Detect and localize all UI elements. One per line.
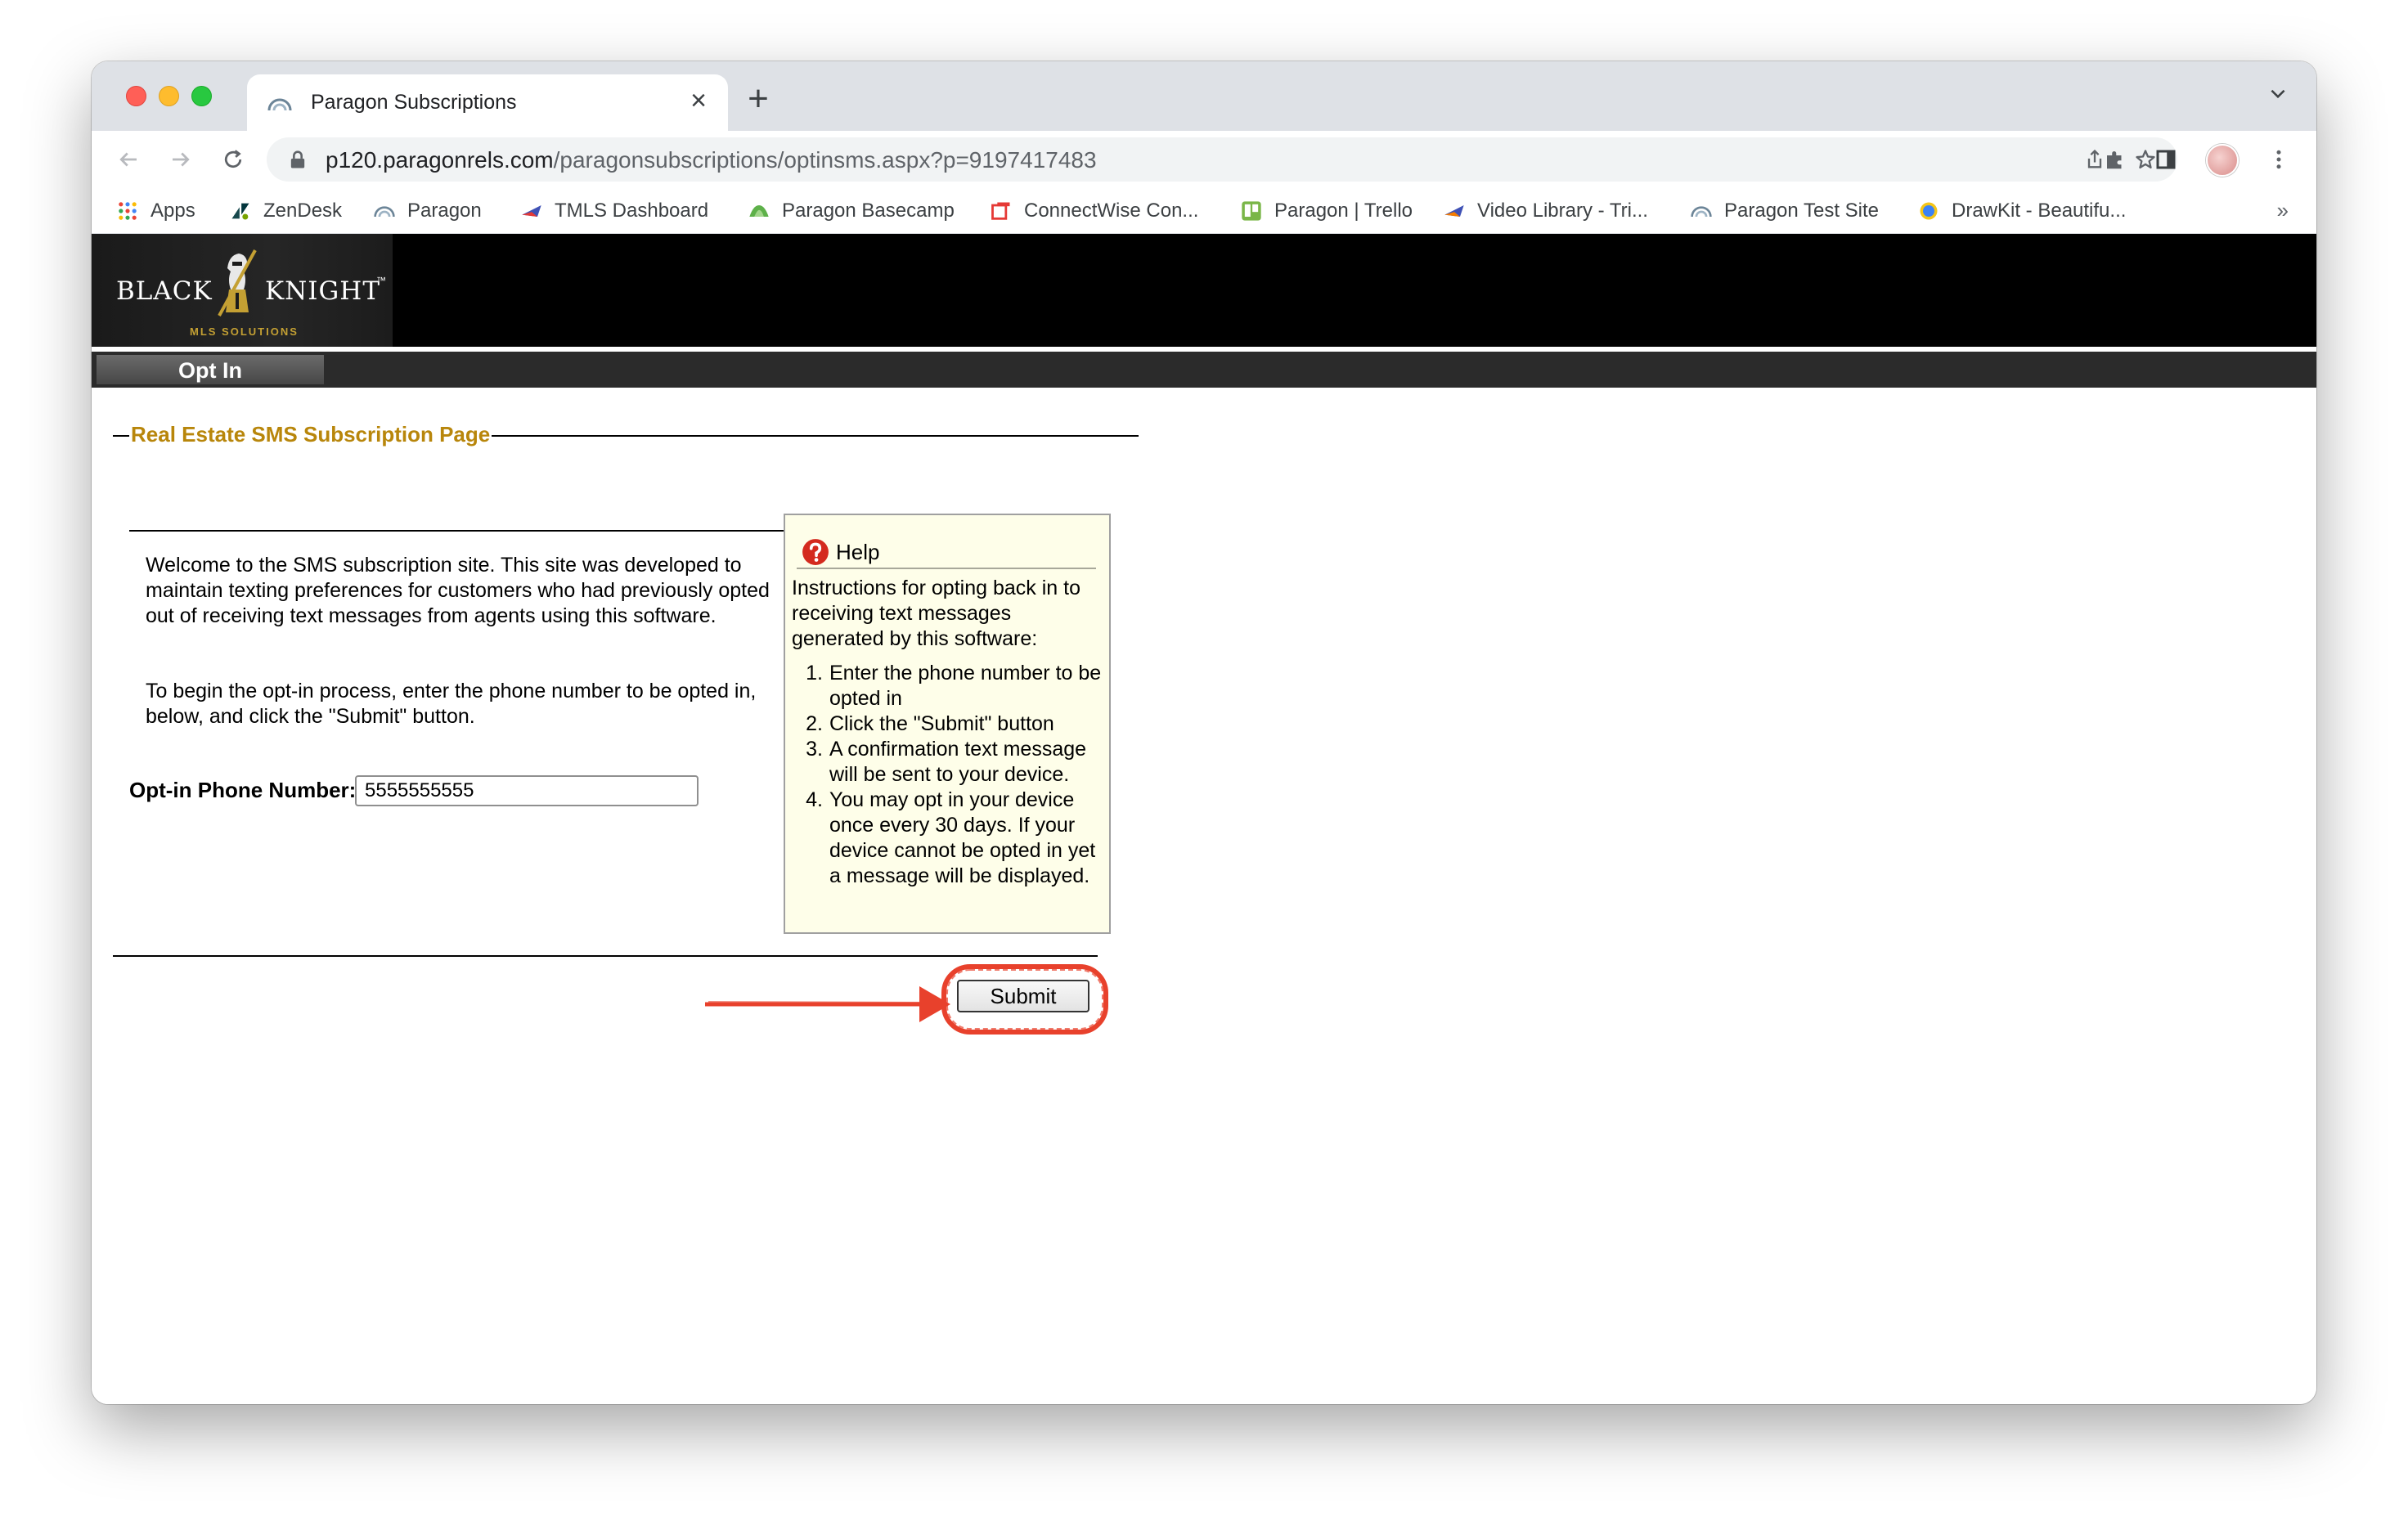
help-step-number: 2. [806,712,823,735]
lock-icon [290,150,305,168]
logo-trademark: ™ [376,275,386,286]
bookmark-label: ZenDesk [263,200,343,222]
bookmark-label: ConnectWise Con... [1024,200,1199,222]
form-bottom-divider [113,955,1098,957]
new-tab-button[interactable]: + [742,81,775,117]
help-step-text: Enter the phone number to be opted in [829,662,1102,710]
tab-search-chevron-icon[interactable] [2264,83,2292,110]
help-divider [797,568,1096,569]
browser-tab-paragon-subscriptions[interactable]: Paragon Subscriptions × [247,74,728,131]
knight-emblem-icon [218,249,257,316]
bookmark-label: Video Library - Tri... [1477,200,1648,222]
paragon-icon [374,206,395,218]
back-arrow-icon[interactable] [110,141,147,178]
submit-button[interactable]: Submit [957,980,1089,1012]
paragon-test-icon [1691,206,1712,218]
address-bar[interactable]: p120.paragonrels.com/paragonsubscription… [267,137,2177,182]
drawkit-icon [1920,202,1938,220]
welcome-text: Welcome to the SMS subscription site. Th… [146,554,770,627]
logo-text-right: KNIGHT [265,276,381,306]
help-step-text: You may opt in your device once every 30… [829,788,1096,887]
phone-number-label: Opt-in Phone Number: [129,778,357,802]
bookmark-video-library[interactable]: Video Library - Tri... [1443,197,1648,225]
tmls-icon [522,205,541,217]
bookmark-label: TMLS Dashboard [555,200,709,222]
maximize-window-button[interactable] [191,86,212,106]
apps-grid-icon [119,202,137,220]
bookmark-label: Paragon Test Site [1724,200,1880,222]
help-question-icon [802,539,829,565]
bookmark-apps[interactable]: Apps [116,197,195,225]
logo-text-left: BLACK [116,276,213,306]
logo-subtitle: MLS SOLUTIONS [190,325,299,338]
help-step: 2. Click the "Submit" button [792,711,1106,737]
bookmark-paragon[interactable]: Paragon [373,197,482,225]
help-step-text: Click the "Submit" button [829,712,1054,735]
basecamp-icon [749,205,769,217]
bookmark-label: Apps [150,200,195,222]
zendesk-icon [231,203,249,220]
connectwise-icon [991,202,1010,220]
minimize-window-button[interactable] [159,86,179,106]
help-step-number: 3. [806,738,823,761]
browser-window: Paragon Subscriptions × + p120.paragonre… [92,61,2316,1404]
bookmark-label: Paragon Basecamp [782,200,955,222]
bookmark-paragon-basecamp[interactable]: Paragon Basecamp [748,197,955,225]
extensions-puzzle-icon[interactable] [2097,141,2133,177]
profile-avatar[interactable] [2206,144,2239,177]
bookmark-drawkit[interactable]: DrawKit - Beautifu... [1917,197,2126,225]
tab-title: Paragon Subscriptions [311,91,517,114]
help-header: Help [802,538,879,566]
help-title: Help [836,539,880,564]
fieldset-legend: Real Estate SMS Subscription Page [129,422,492,447]
close-window-button[interactable] [126,86,146,106]
inner-divider [129,530,793,532]
instructions-text: To begin the opt-in process, enter the p… [146,680,757,728]
bookmark-label: DrawKit - Beautifu... [1952,200,2127,222]
bookmark-label: Paragon [407,200,482,222]
forward-arrow-icon[interactable] [162,141,200,178]
tab-strip: Paragon Subscriptions × + [92,61,2316,131]
url-host: p120.paragonrels.com [326,147,554,173]
site-header: BLACK KNIGHT ™ MLS SOLUTIONS [92,234,2316,347]
bookmark-label: Paragon | Trello [1274,200,1413,222]
paragon-favicon-icon [267,98,292,111]
bookmark-connectwise[interactable]: ConnectWise Con... [990,197,1198,225]
site-tab-bar: Opt In [92,352,2316,388]
black-knight-logo: BLACK KNIGHT ™ MLS SOLUTIONS [92,234,393,347]
help-step-number: 4. [806,788,823,811]
help-step: 4. You may opt in your device once every … [792,788,1106,889]
bookmark-tmls-dashboard[interactable]: TMLS Dashboard [520,197,708,225]
tab-close-icon[interactable]: × [684,86,713,115]
bookmark-zendesk[interactable]: ZenDesk [229,197,342,225]
bookmarks-overflow-chevron-icon[interactable]: » [2277,198,2289,223]
more-menu-icon[interactable] [2261,141,2297,177]
help-step: 1. Enter the phone number to be opted in [792,661,1106,711]
url-path: /paragonsubscriptions/optinsms.aspx?p=91… [553,147,1097,173]
bookmarks-bar: Apps ZenDesk Paragon TMLS Dashboard Para… [92,188,2316,234]
trello-icon [1242,201,1261,221]
help-step: 3. A confirmation text message will be se… [792,737,1106,788]
tab-opt-in-label: Opt In [178,358,242,383]
bookmark-paragon-trello[interactable]: Paragon | Trello [1240,197,1413,225]
browser-toolbar: p120.paragonrels.com/paragonsubscription… [92,131,2316,188]
video-library-icon [1444,205,1464,217]
bookmark-paragon-test-site[interactable]: Paragon Test Site [1690,197,1879,225]
help-step-number: 1. [806,662,823,684]
help-panel: Help Instructions for opting back in to … [784,514,1111,934]
phone-number-input[interactable] [355,775,699,806]
side-panel-icon[interactable] [2148,141,2184,177]
url-text: p120.paragonrels.com/paragonsubscription… [326,147,1097,173]
help-step-text: A confirmation text message will be sent… [829,738,1087,786]
tab-opt-in[interactable]: Opt In [97,355,324,384]
page-content: BLACK KNIGHT ™ MLS SOLUTIONS Opt In Real… [92,234,2316,1404]
help-steps-list: 1. Enter the phone number to be opted in … [792,661,1106,889]
reload-icon[interactable] [214,141,252,178]
help-intro-text: Instructions for opting back in to recei… [792,577,1080,650]
